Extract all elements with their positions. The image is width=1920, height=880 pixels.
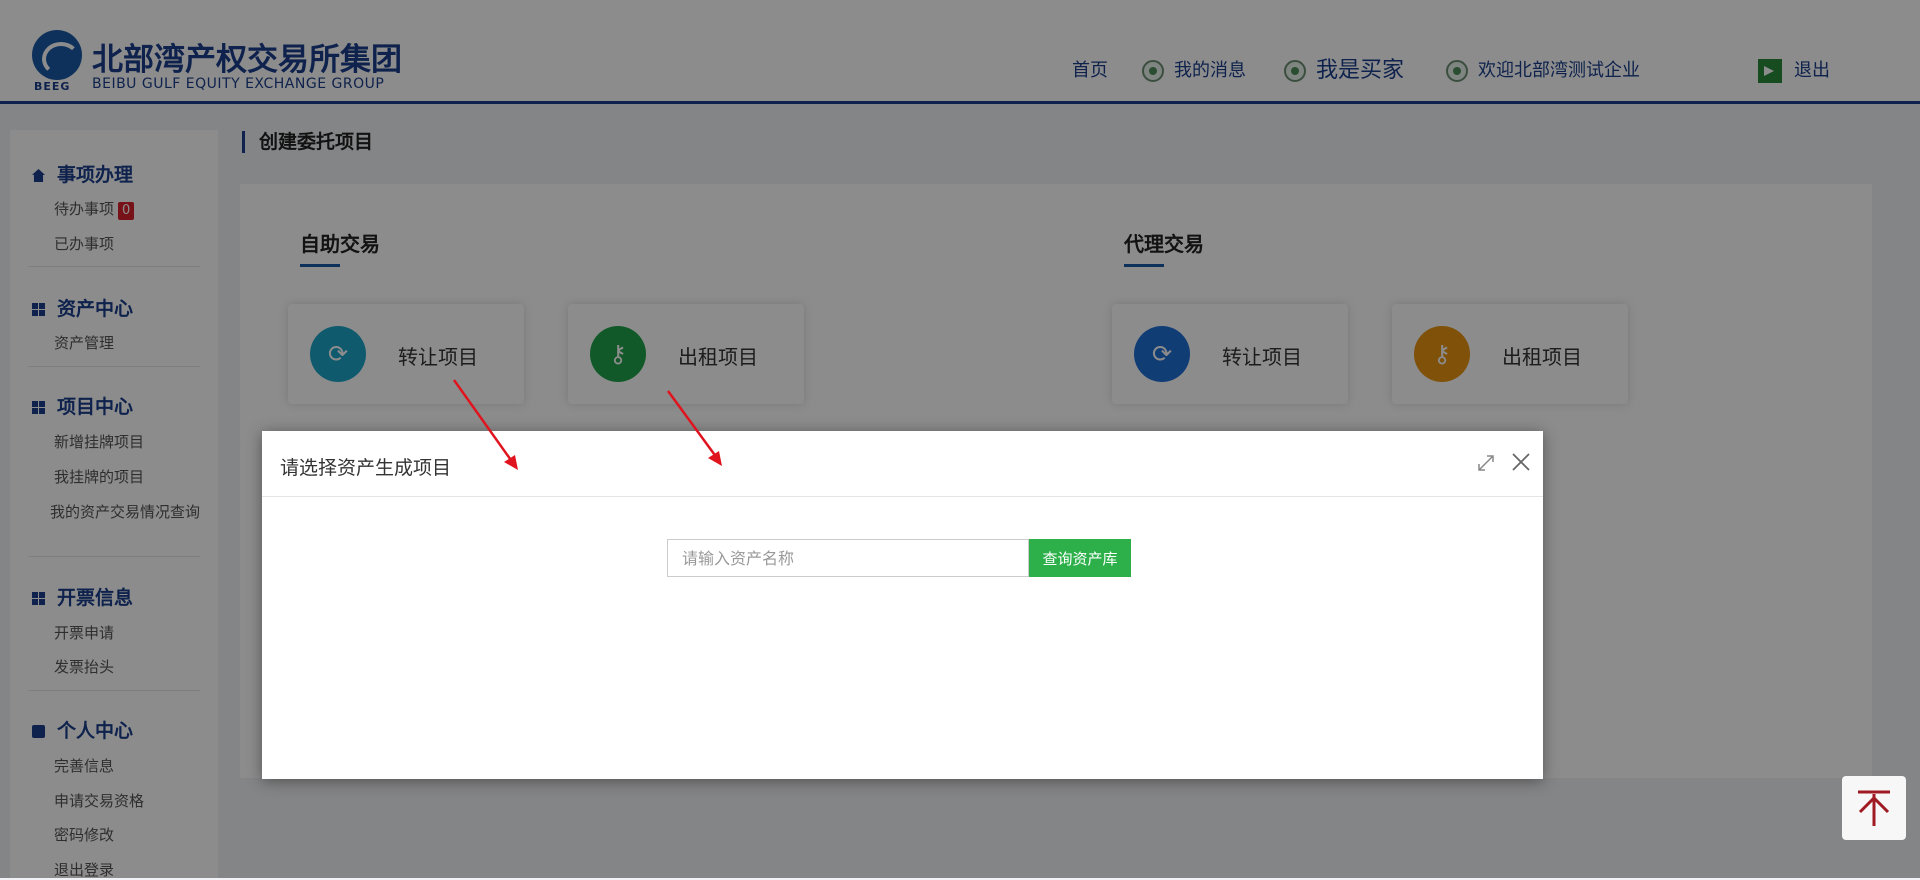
arrow-up-icon	[1858, 790, 1890, 826]
maximize-icon[interactable]	[1475, 452, 1497, 474]
close-icon[interactable]	[1509, 450, 1533, 474]
modal-title: 请选择资产生成项目	[280, 457, 452, 479]
back-to-top-button[interactable]	[1842, 776, 1906, 840]
query-asset-library-button[interactable]: 查询资产库	[1029, 539, 1131, 577]
asset-name-search-input[interactable]	[667, 539, 1029, 577]
select-asset-modal: 请选择资产生成项目 查询资产库	[262, 431, 1543, 779]
modal-header: 请选择资产生成项目	[262, 431, 1543, 497]
